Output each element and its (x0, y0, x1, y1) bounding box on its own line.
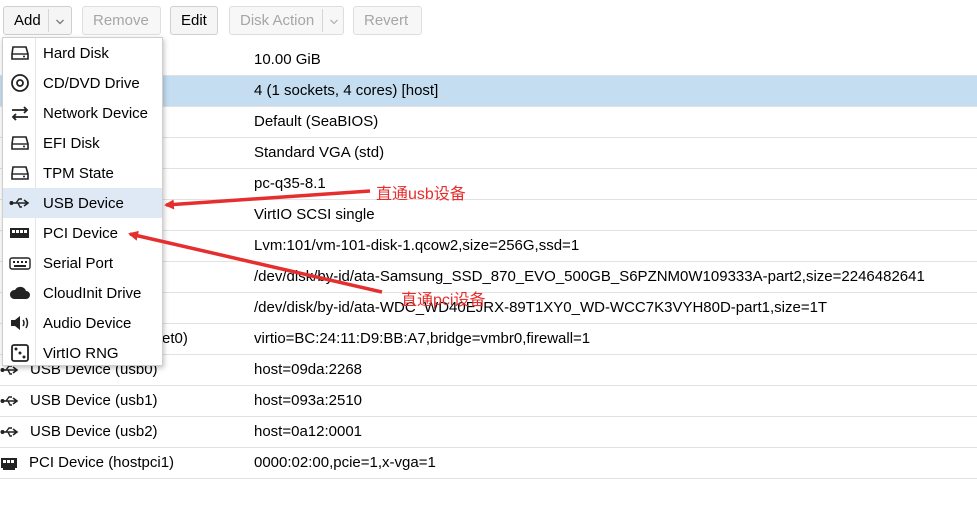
dice-icon (11, 344, 29, 362)
usb-icon (9, 198, 30, 208)
menu-item-label: CloudInit Drive (43, 285, 142, 302)
row-value: pc-q35-8.1 (254, 175, 326, 192)
pci-card-icon (10, 228, 29, 238)
disk-action-label: Disk Action (240, 12, 315, 29)
chevron-down-icon (56, 19, 64, 25)
row-value: /dev/disk/by-id/ata-Samsung_SSD_870_EVO_… (254, 268, 925, 285)
menu-item-label: VirtIO RNG (43, 345, 119, 362)
hdd-icon (11, 46, 29, 60)
keyboard-icon (9, 257, 31, 270)
hdd-icon (11, 136, 29, 150)
menu-item-label: PCI Device (43, 225, 119, 242)
disk-action-button[interactable]: Disk Action (229, 6, 344, 35)
hdd-icon (11, 166, 29, 180)
row-value: host=0a12:0001 (254, 423, 363, 440)
row-value: /dev/disk/by-id/ata-WDC_WD40EJRX-89T1XY0… (254, 299, 828, 316)
menu-item-cd-dvd-drive[interactable]: CD/DVD Drive (3, 68, 162, 98)
row-key: PCI Device (hostpci1) (29, 454, 175, 471)
edit-button-label: Edit (181, 12, 207, 29)
pci-card-icon (1, 458, 17, 470)
table-row[interactable]: USB Device (usb1) host=093a:2510 (0, 386, 977, 417)
row-value: host=09da:2268 (254, 361, 363, 378)
toolbar: Add Remove Edit Disk Action Revert (0, 0, 977, 42)
annotation-pci-label: 直通pci设备 (401, 292, 486, 309)
menu-item-label: EFI Disk (43, 135, 100, 152)
menu-item-audio-device[interactable]: Audio Device (3, 308, 162, 338)
menu-item-serial-port[interactable]: Serial Port (3, 248, 162, 278)
menu-item-virtio-rng[interactable]: VirtIO RNG (3, 338, 162, 368)
add-button[interactable]: Add (3, 6, 72, 35)
cloud-icon (9, 286, 30, 299)
volume-icon (11, 316, 29, 330)
menu-item-pci-device[interactable]: PCI Device (3, 218, 162, 248)
row-value: Lvm:101/vm-101-disk-1.qcow2,size=256G,ss… (254, 237, 580, 254)
menu-item-cloudinit-drive[interactable]: CloudInit Drive (3, 278, 162, 308)
revert-button-label: Revert (364, 12, 409, 29)
row-key: et0) (162, 330, 188, 347)
row-value: Default (SeaBIOS) (254, 113, 379, 130)
menu-item-label: USB Device (43, 195, 124, 212)
row-key: USB Device (usb2) (30, 423, 158, 440)
menu-item-label: Network Device (43, 105, 149, 122)
menu-item-label: TPM State (43, 165, 114, 182)
revert-button[interactable]: Revert (353, 6, 422, 35)
table-row[interactable]: USB Device (usb2) host=0a12:0001 (0, 417, 977, 448)
usb-icon (0, 427, 19, 437)
usb-icon (0, 396, 19, 406)
menu-item-usb-device[interactable]: USB Device (3, 188, 162, 218)
exchange-icon (11, 106, 29, 121)
row-value: host=093a:2510 (254, 392, 363, 409)
row-value: Standard VGA (std) (254, 144, 385, 161)
menu-item-label: Serial Port (43, 255, 114, 272)
add-dropdown-menu: Hard Disk CD/DVD Drive Network Device EF… (2, 37, 163, 366)
menu-item-label: Audio Device (43, 315, 132, 332)
edit-button[interactable]: Edit (170, 6, 218, 35)
menu-item-tpm-state[interactable]: TPM State (3, 158, 162, 188)
remove-button-label: Remove (93, 12, 149, 29)
row-key: USB Device (usb1) (30, 392, 158, 409)
row-value: VirtIO SCSI single (254, 206, 375, 223)
menu-item-efi-disk[interactable]: EFI Disk (3, 128, 162, 158)
disc-icon (11, 74, 29, 92)
menu-item-hard-disk[interactable]: Hard Disk (3, 38, 162, 68)
add-button-label: Add (14, 12, 41, 29)
row-value: 10.00 GiB (254, 51, 321, 68)
annotation-usb-label: 直通usb设备 (376, 186, 466, 203)
row-value: 0000:02:00,pcie=1,x-vga=1 (254, 454, 436, 471)
menu-item-network-device[interactable]: Network Device (3, 98, 162, 128)
table-row[interactable]: PCI Device (hostpci1) 0000:02:00,pcie=1,… (0, 448, 977, 479)
remove-button[interactable]: Remove (82, 6, 161, 35)
row-value: virtio=BC:24:11:D9:BB:A7,bridge=vmbr0,fi… (254, 330, 591, 347)
row-value: 4 (1 sockets, 4 cores) [host] (254, 82, 439, 99)
chevron-down-icon (330, 19, 338, 25)
menu-item-label: CD/DVD Drive (43, 75, 140, 92)
menu-item-label: Hard Disk (43, 45, 109, 62)
